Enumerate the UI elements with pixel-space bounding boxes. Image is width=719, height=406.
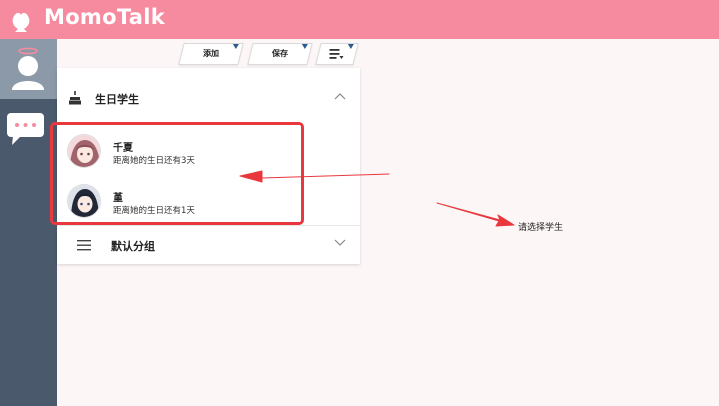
save-button-label: 保存: [272, 49, 288, 58]
title-bar: MomoTalk: [0, 0, 719, 39]
dropdown-corner-icon: [232, 44, 239, 49]
group-label: 默认分组: [111, 240, 155, 253]
profile-nav-button[interactable]: [0, 39, 57, 99]
profile-icon: [12, 47, 44, 90]
chevron-up-icon[interactable]: [334, 92, 346, 100]
list-menu-icon: [329, 49, 344, 59]
select-student-hint: 请选择学生: [518, 223, 564, 233]
peach-logo-icon: [12, 12, 30, 32]
chat-bubble-icon[interactable]: [7, 113, 45, 147]
dropdown-corner-icon: [347, 44, 354, 49]
list-menu-button[interactable]: [315, 43, 359, 65]
group-header-birthday[interactable]: 生日学生: [57, 79, 360, 119]
dropdown-corner-icon: [301, 44, 308, 49]
arrow-to-hint: [436, 202, 515, 227]
birthday-cake-icon: [69, 91, 81, 105]
group-header-default[interactable]: 默认分组: [57, 225, 360, 265]
add-button-label: 添加: [203, 49, 219, 58]
chevron-down-icon[interactable]: [334, 239, 346, 247]
save-button[interactable]: 保存: [247, 43, 313, 65]
left-rail: [0, 39, 57, 406]
annotation-highlight-box: [50, 122, 304, 225]
hamburger-icon: [77, 240, 91, 251]
group-label: 生日学生: [95, 93, 139, 106]
add-button[interactable]: 添加: [178, 43, 244, 65]
app-title: MomoTalk: [44, 5, 165, 29]
